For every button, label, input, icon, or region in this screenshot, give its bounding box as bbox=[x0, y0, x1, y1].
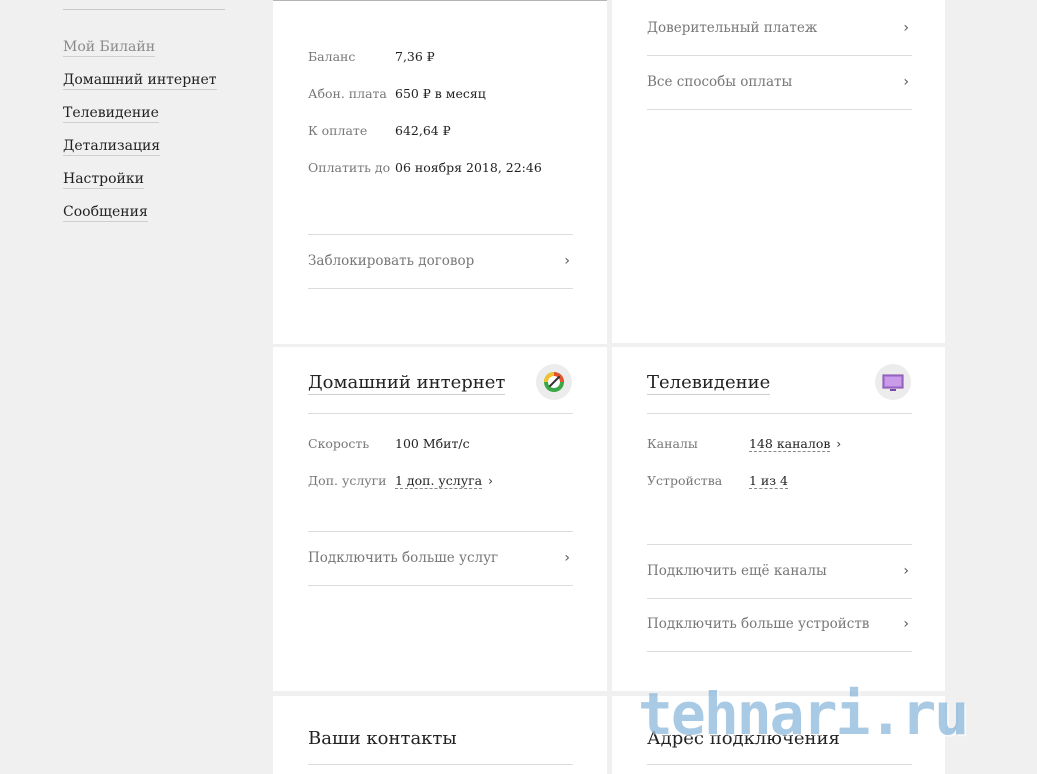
subscription-fee-label: Абон. плата bbox=[308, 86, 387, 101]
sidebar-item-settings[interactable]: Настройки bbox=[63, 168, 217, 201]
chevron-right-icon: › bbox=[564, 550, 570, 566]
address-title: Адрес подключения bbox=[647, 728, 840, 749]
trust-payment-label: Доверительный платеж bbox=[647, 20, 818, 36]
sidebar-item-tv[interactable]: Телевидение bbox=[63, 102, 217, 135]
sidebar-item-label: Детализация bbox=[63, 138, 161, 156]
connect-more-devices-label: Подключить больше устройств bbox=[647, 616, 870, 632]
channels-label: Каналы bbox=[647, 436, 698, 451]
address-card: Адрес подключения bbox=[612, 696, 945, 774]
speed-value: 100 Мбит/с bbox=[395, 436, 470, 451]
subscription-fee-row: Абон. плата 650 ₽ в месяц bbox=[308, 86, 486, 102]
title-divider bbox=[308, 764, 573, 765]
sidebar-item-details[interactable]: Детализация bbox=[63, 135, 217, 168]
devices-link[interactable]: 1 из 4 bbox=[749, 473, 789, 489]
extra-services-link[interactable]: 1 доп. услуга bbox=[395, 473, 483, 489]
chevron-right-icon: › bbox=[903, 74, 909, 90]
balance-label: Баланс bbox=[308, 49, 356, 64]
extra-services-label: Доп. услуги bbox=[308, 473, 387, 488]
sidebar-item-label: Домашний интернет bbox=[63, 72, 217, 90]
trust-payment-link[interactable]: Доверительный платеж › bbox=[647, 2, 912, 56]
title-divider bbox=[308, 413, 573, 414]
sidebar-item-label: Мой Билайн bbox=[63, 39, 156, 57]
chevron-right-icon: › bbox=[836, 437, 842, 451]
chevron-right-icon: › bbox=[564, 253, 570, 269]
channels-row: Каналы 148 каналов › bbox=[647, 436, 841, 452]
block-contract-label: Заблокировать договор bbox=[308, 253, 475, 269]
tv-title[interactable]: Телевидение bbox=[647, 372, 771, 395]
payment-card: Доверительный платеж › Все способы оплат… bbox=[612, 0, 945, 343]
payment-methods-link[interactable]: Все способы оплаты › bbox=[647, 56, 912, 110]
contacts-title: Ваши контакты bbox=[308, 728, 457, 749]
sidebar-item-label: Настройки bbox=[63, 171, 144, 189]
chevron-right-icon: › bbox=[903, 563, 909, 579]
tv-card: Телевидение Каналы 148 каналов › Устройств… bbox=[612, 347, 945, 691]
speedometer-icon bbox=[536, 364, 572, 400]
due-date-label: Оплатить до bbox=[308, 160, 391, 175]
extra-services-row: Доп. услуги 1 доп. услуга › bbox=[308, 473, 493, 489]
amount-due-label: К оплате bbox=[308, 123, 368, 138]
subscription-fee-value: 650 ₽ в месяц bbox=[395, 86, 486, 101]
home-internet-title[interactable]: Домашний интернет bbox=[308, 372, 506, 395]
chevron-right-icon: › bbox=[488, 474, 493, 488]
home-internet-card: Домашний интернет Скорость 100 Мбит/с Доп… bbox=[273, 347, 607, 691]
speed-label: Скорость bbox=[308, 436, 370, 451]
payment-methods-label: Все способы оплаты bbox=[647, 74, 793, 90]
contacts-card: Ваши контакты bbox=[273, 696, 607, 774]
connect-more-services-label: Подключить больше услуг bbox=[308, 550, 499, 566]
title-divider bbox=[647, 413, 912, 414]
sidebar-divider bbox=[63, 9, 225, 10]
sidebar-item-messages[interactable]: Сообщения bbox=[63, 201, 217, 234]
connect-more-services-link[interactable]: Подключить больше услуг › bbox=[308, 531, 573, 586]
sidebar-item-home-internet[interactable]: Домашний интернет bbox=[63, 69, 217, 102]
amount-due-value: 642,64 ₽ bbox=[395, 123, 451, 138]
speed-row: Скорость 100 Мбит/с bbox=[308, 436, 470, 452]
devices-row: Устройства 1 из 4 bbox=[647, 473, 789, 489]
chevron-right-icon: › bbox=[903, 20, 909, 36]
due-date-row: Оплатить до 06 ноября 2018, 22:46 bbox=[308, 160, 542, 176]
devices-label: Устройства bbox=[647, 473, 723, 488]
block-contract-link[interactable]: Заблокировать договор › bbox=[308, 234, 573, 289]
title-divider bbox=[647, 764, 912, 765]
balance-value: 7,36 ₽ bbox=[395, 49, 435, 64]
amount-due-row: К оплате 642,64 ₽ bbox=[308, 123, 451, 139]
due-date-value: 06 ноября 2018, 22:46 bbox=[395, 160, 542, 175]
connect-more-channels-link[interactable]: Подключить ещё каналы › bbox=[647, 544, 912, 599]
chevron-right-icon: › bbox=[903, 616, 909, 632]
channels-link[interactable]: 148 каналов bbox=[749, 436, 831, 452]
balance-row: Баланс 7,36 ₽ bbox=[308, 49, 435, 65]
connect-more-devices-link[interactable]: Подключить больше устройств › bbox=[647, 598, 912, 652]
connect-more-channels-label: Подключить ещё каналы bbox=[647, 563, 827, 579]
balance-card: Баланс 7,36 ₽ Абон. плата 650 ₽ в месяц К … bbox=[273, 0, 607, 344]
sidebar-item-label: Сообщения bbox=[63, 204, 148, 222]
sidebar-item-my-beeline[interactable]: Мой Билайн bbox=[63, 36, 217, 69]
tv-icon bbox=[875, 364, 911, 400]
sidebar-item-label: Телевидение bbox=[63, 105, 159, 123]
